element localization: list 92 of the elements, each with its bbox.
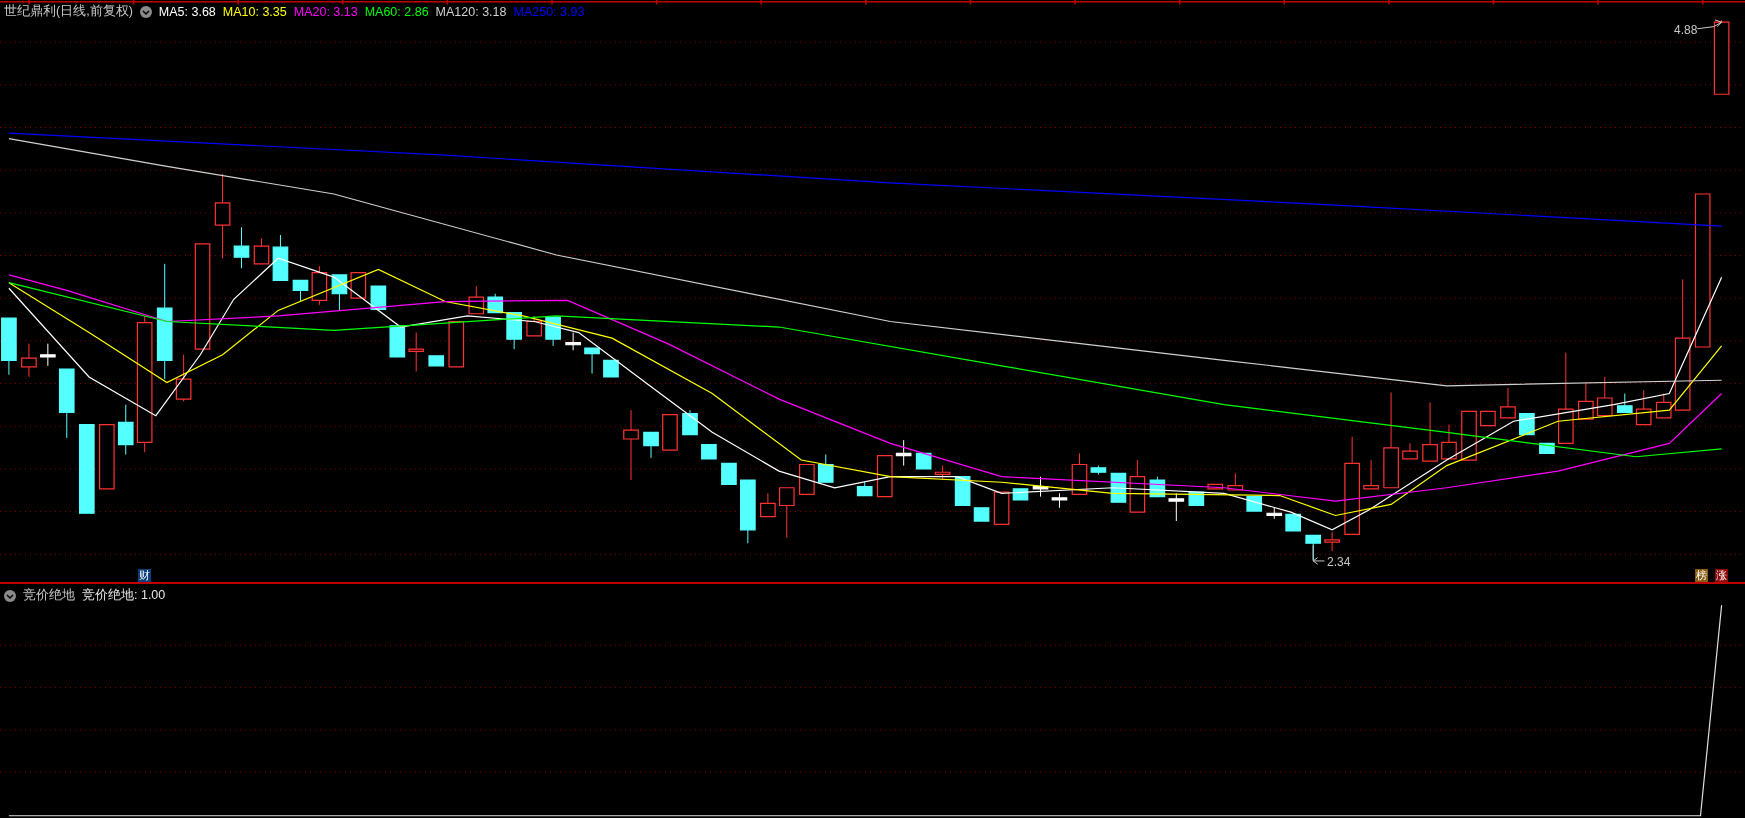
indicator-name: 竞价绝地 bbox=[23, 587, 75, 604]
moving-average-label: MA10: 3.35 bbox=[222, 4, 287, 19]
candlestick bbox=[721, 462, 737, 486]
moving-average-label: MA120: 3.18 bbox=[435, 4, 507, 19]
candlestick bbox=[292, 279, 309, 303]
dropdown-icon[interactable] bbox=[4, 589, 16, 602]
candlestick bbox=[40, 343, 56, 367]
candlestick bbox=[272, 234, 289, 282]
candlestick bbox=[817, 454, 834, 483]
ranking-marker[interactable]: 榜 bbox=[1695, 569, 1708, 582]
candlestick bbox=[1110, 472, 1127, 503]
candlestick bbox=[1441, 424, 1457, 460]
candlestick bbox=[565, 332, 581, 351]
candlestick bbox=[1129, 459, 1146, 513]
candlestick bbox=[1285, 513, 1301, 532]
candlestick bbox=[331, 274, 348, 311]
candlestick bbox=[21, 343, 37, 378]
finance-marker[interactable]: 财 bbox=[138, 569, 151, 582]
candlestick bbox=[876, 455, 893, 498]
moving-average-label: MA5: 3.68 bbox=[158, 4, 216, 19]
candlestick bbox=[1012, 488, 1029, 501]
candlestick bbox=[468, 285, 485, 315]
high-price-label: 4.88 bbox=[1674, 23, 1698, 37]
candlestick bbox=[233, 226, 250, 269]
candlestick bbox=[1635, 389, 1652, 426]
candlestick bbox=[1246, 496, 1263, 512]
candlestick bbox=[428, 355, 445, 367]
candlestick bbox=[408, 332, 425, 372]
candlestick bbox=[389, 325, 406, 358]
dropdown-icon[interactable] bbox=[139, 5, 152, 18]
candlestick bbox=[1032, 476, 1049, 498]
candlestick bbox=[760, 492, 776, 518]
candlestick bbox=[1324, 531, 1340, 552]
candlestick bbox=[1051, 492, 1068, 509]
candlestick bbox=[1655, 393, 1672, 419]
candlestick bbox=[1519, 412, 1535, 436]
candlestick bbox=[662, 414, 678, 451]
chart-title: 世纪鼎利(日线,前复权) bbox=[4, 3, 133, 20]
low-price-label: 2.34 bbox=[1327, 555, 1351, 569]
candlestick bbox=[1422, 401, 1438, 462]
candlestick bbox=[973, 507, 990, 522]
candlestick bbox=[856, 481, 873, 497]
candlestick bbox=[993, 491, 1010, 525]
candlestick bbox=[1207, 483, 1224, 490]
limit-up-marker[interactable]: 涨 bbox=[1715, 569, 1728, 582]
candlestick bbox=[350, 272, 367, 299]
candlestick bbox=[1578, 381, 1594, 420]
indicator-reading: 竞价绝地: 1.00 bbox=[82, 587, 166, 604]
candlestick bbox=[643, 431, 659, 459]
candlestick bbox=[799, 463, 815, 496]
candlestick bbox=[934, 465, 951, 480]
candlestick bbox=[740, 479, 756, 544]
candlestick bbox=[1596, 376, 1613, 417]
candlestick bbox=[1071, 452, 1088, 496]
candlestick bbox=[253, 237, 270, 265]
candlestick bbox=[117, 404, 134, 455]
candlestick bbox=[526, 315, 542, 337]
candlestick bbox=[623, 409, 639, 481]
candlestick bbox=[487, 293, 504, 314]
candlestick bbox=[895, 439, 912, 467]
candlestick bbox=[701, 443, 717, 460]
candlestick bbox=[370, 285, 387, 310]
moving-average-label: MA250: 3.93 bbox=[513, 4, 585, 19]
candlestick bbox=[175, 354, 192, 402]
leader-line bbox=[1312, 544, 1325, 565]
moving-average-label: MA60: 2.86 bbox=[364, 4, 429, 19]
candlestick bbox=[682, 409, 698, 436]
candlestick bbox=[1090, 465, 1107, 475]
candlestick bbox=[1461, 410, 1477, 461]
candlestick bbox=[584, 347, 600, 375]
candlestick bbox=[1500, 387, 1516, 419]
candlestick bbox=[1, 317, 17, 376]
candlestick bbox=[311, 265, 328, 306]
candlestick bbox=[1149, 476, 1166, 498]
candlestick bbox=[603, 359, 619, 378]
candlestick bbox=[1168, 492, 1185, 522]
candlestick bbox=[1266, 507, 1283, 520]
candlestick bbox=[915, 452, 932, 470]
candlestick bbox=[1402, 442, 1418, 460]
candlestick bbox=[1539, 442, 1555, 454]
candlestick bbox=[1363, 459, 1379, 490]
candlestick bbox=[1616, 393, 1633, 413]
candlestick bbox=[954, 476, 971, 507]
candlestick bbox=[448, 320, 465, 368]
moving-average-label: MA20: 3.13 bbox=[293, 4, 358, 19]
candlestick bbox=[58, 368, 75, 439]
candlestick bbox=[99, 423, 115, 490]
candlestick bbox=[1480, 410, 1496, 427]
candlestick bbox=[778, 487, 795, 539]
candlestick bbox=[1227, 472, 1244, 491]
leader-line bbox=[1696, 19, 1723, 30]
candlestick bbox=[506, 312, 522, 350]
